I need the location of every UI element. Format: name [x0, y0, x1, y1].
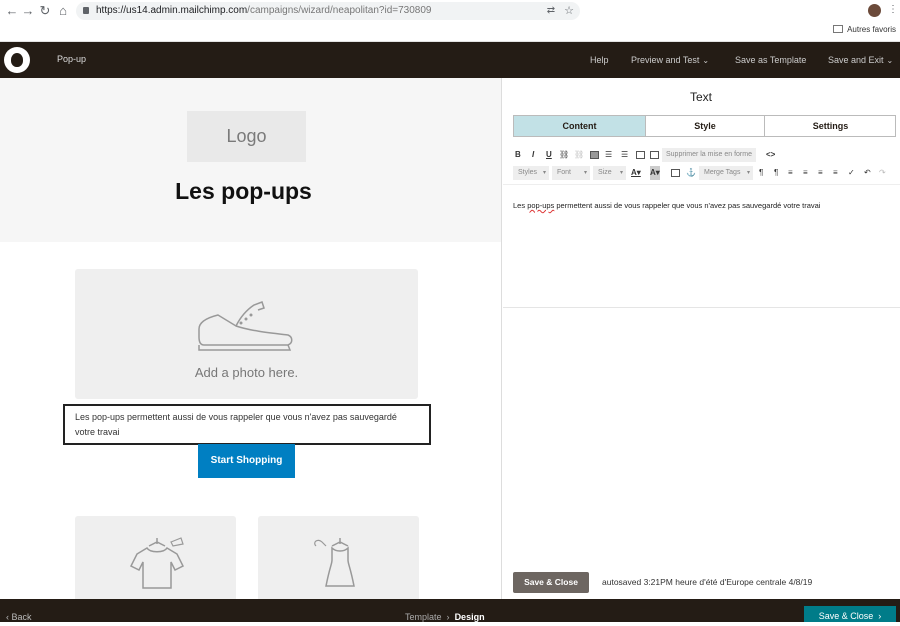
- translate-icon[interactable]: ⇄: [543, 3, 559, 19]
- undo-icon[interactable]: ↶: [864, 166, 871, 180]
- photo-placeholder-label: Add a photo here.: [194, 365, 299, 380]
- underline-button[interactable]: U: [546, 148, 552, 162]
- numbered-list-icon[interactable]: ☰: [605, 148, 612, 162]
- crumb-design: Design: [454, 612, 485, 622]
- tab-settings[interactable]: Settings: [765, 116, 896, 136]
- merge-tags-dropdown[interactable]: Merge Tags: [699, 166, 753, 180]
- text-color-icon[interactable]: A▾: [631, 166, 641, 180]
- browser-toolbar: ← → ↻ ⌂ https://us14.admin.mailchimp.com…: [0, 0, 900, 42]
- shoe-icon: [198, 301, 293, 351]
- paste-icon[interactable]: [650, 151, 659, 159]
- product-placeholder-shirt[interactable]: [75, 516, 236, 599]
- background-color-icon[interactable]: A▾: [650, 166, 660, 180]
- font-dropdown[interactable]: Font: [552, 166, 590, 180]
- image-icon[interactable]: [590, 151, 599, 159]
- paragraph-rtl-icon[interactable]: ¶: [774, 166, 778, 180]
- preview-and-test-menu[interactable]: Preview and Test ⌄: [631, 55, 709, 65]
- chevron-down-icon: ⌄: [702, 56, 710, 65]
- save-as-template-link[interactable]: Save as Template: [735, 55, 806, 65]
- anchor-icon[interactable]: ⚓: [686, 166, 696, 180]
- save-close-button[interactable]: Save & Close ›: [804, 606, 896, 622]
- align-right-icon[interactable]: ≡: [818, 166, 823, 180]
- styles-dropdown[interactable]: Styles: [513, 166, 549, 180]
- align-center-icon[interactable]: ≡: [803, 166, 808, 180]
- footer-bar: ‹ Back Template › Design Save & Close ›: [0, 599, 900, 622]
- tab-content[interactable]: Content: [514, 116, 646, 136]
- forward-arrow-icon[interactable]: →: [20, 3, 36, 19]
- formatting-toolbar-row-1: B I U ⛓ ⛓ ☰ ☰ Supprimer la mise en forme…: [513, 148, 900, 162]
- dress-icon: [314, 538, 355, 587]
- browser-menu-icon[interactable]: ⋮: [888, 4, 898, 15]
- source-code-button[interactable]: <>: [766, 148, 775, 162]
- save-and-exit-menu[interactable]: Save and Exit ⌄: [828, 55, 893, 65]
- unlink-icon[interactable]: ⛓: [574, 148, 584, 162]
- editor-title: Text: [689, 90, 712, 104]
- justify-icon[interactable]: ≡: [833, 166, 838, 180]
- chevron-down-icon: ⌄: [886, 56, 894, 65]
- bookmark-star-icon[interactable]: ☆: [561, 3, 577, 19]
- text-content-block[interactable]: Les pop-ups permettent aussi de vous rap…: [63, 404, 431, 445]
- table-icon[interactable]: [671, 169, 680, 177]
- url-bar[interactable]: https://us14.admin.mailchimp.com/campaig…: [76, 2, 580, 20]
- header-block[interactable]: Logo Les pop-ups: [0, 78, 501, 242]
- mailchimp-logo-icon[interactable]: [4, 47, 30, 73]
- bold-button[interactable]: B: [515, 148, 521, 162]
- chevron-right-icon: ›: [873, 611, 882, 621]
- home-icon[interactable]: ⌂: [55, 3, 71, 19]
- start-shopping-button[interactable]: Start Shopping: [198, 444, 295, 478]
- product-placeholder-dress[interactable]: [258, 516, 419, 599]
- editor-footer: Save & Close autosaved 3:21PM heure d'ét…: [502, 559, 900, 599]
- crumb-template[interactable]: Template: [405, 612, 442, 622]
- tab-style[interactable]: Style: [646, 116, 765, 136]
- back-label: Back: [11, 612, 32, 622]
- tshirt-icon: [129, 537, 185, 589]
- design-canvas: Logo Les pop-ups Add a photo here. Les p…: [0, 78, 502, 599]
- autosave-status: autosaved 3:21PM heure d'été d'Europe ce…: [602, 577, 813, 587]
- link-icon[interactable]: ⛓: [559, 148, 569, 162]
- headline-text[interactable]: Les pop-ups: [0, 178, 487, 205]
- size-dropdown[interactable]: Size: [593, 166, 626, 180]
- editor-text-misspelled: pop-ups: [527, 201, 555, 210]
- copy-icon[interactable]: [636, 151, 645, 159]
- rich-text-editor[interactable]: Les pop-ups permettent aussi de vous rap…: [503, 184, 900, 308]
- chevron-right-icon: ›: [444, 612, 453, 622]
- editor-text-pre: Les: [513, 201, 528, 210]
- breadcrumb: Template › Design: [405, 612, 485, 622]
- save-close-label: Save & Close: [818, 611, 874, 621]
- profile-avatar[interactable]: [868, 4, 881, 17]
- formatting-toolbar-row-2: Styles Font Size A▾ A▾ ⚓ Merge Tags ¶ ¶ …: [513, 166, 900, 181]
- page-title: Pop-up: [57, 54, 87, 64]
- back-link[interactable]: ‹ Back: [6, 612, 32, 622]
- editor-text-post: permettent aussi de vous rappeler que vo…: [554, 201, 821, 210]
- remove-format-button[interactable]: Supprimer la mise en forme: [662, 148, 756, 162]
- text-editor-panel: Text Content Style Settings B I U ⛓ ⛓ ☰ …: [502, 78, 900, 599]
- logo-placeholder[interactable]: Logo: [187, 111, 306, 162]
- redo-icon[interactable]: ↷: [879, 166, 886, 180]
- url-path: /campaigns/wizard/neapolitan?id=730809: [247, 5, 432, 16]
- spellcheck-icon[interactable]: ✓: [848, 166, 855, 180]
- bulleted-list-icon[interactable]: ☰: [621, 148, 628, 162]
- save-exit-label: Save and Exit: [828, 55, 884, 65]
- bookmarks-label: Autres favoris: [847, 25, 896, 34]
- align-left-icon[interactable]: ≡: [788, 166, 793, 180]
- app-header: Pop-up Help Preview and Test ⌄ Save as Te…: [0, 42, 900, 78]
- save-close-editor-button[interactable]: Save & Close: [513, 572, 589, 593]
- italic-button[interactable]: I: [532, 148, 534, 162]
- back-arrow-icon[interactable]: ←: [4, 3, 20, 19]
- bookmarks-other[interactable]: Autres favoris: [833, 25, 896, 34]
- editor-tabs: Content Style Settings: [513, 115, 896, 137]
- photo-placeholder-block[interactable]: Add a photo here.: [75, 269, 418, 399]
- paragraph-ltr-icon[interactable]: ¶: [759, 166, 763, 180]
- help-link[interactable]: Help: [590, 55, 609, 65]
- folder-icon: [833, 25, 844, 33]
- reload-icon[interactable]: ↻: [37, 3, 53, 19]
- url-host: https://us14.admin.mailchimp.com: [96, 5, 248, 16]
- preview-label: Preview and Test: [631, 55, 700, 65]
- lock-icon: [83, 7, 89, 14]
